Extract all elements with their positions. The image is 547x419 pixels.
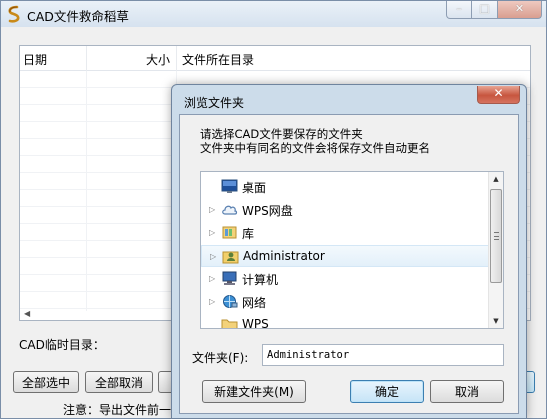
browse-folder-dialog: 浏览文件夹 ✕ 请选择CAD文件要保存的文件夹 文件夹中有同名的文件会将保存文件… [171,84,527,419]
notice-text: 注意：导出文件前一点 [63,403,184,417]
new-folder-button[interactable]: 新建文件夹(M) [202,380,306,403]
folder-field-label: 文件夹(F): [192,351,249,365]
expand-arrow-icon[interactable]: ▷ [209,205,215,214]
tree-item-label: 网络 [242,296,267,310]
maximize-icon: □ [479,2,490,15]
scroll-down-icon[interactable]: ▼ [489,314,503,328]
user-folder-icon [222,251,239,264]
ok-button[interactable]: 确定 [350,380,424,403]
tree-item-label: 计算机 [242,273,279,287]
temp-dir-label: CAD临时目录： [19,338,105,352]
dialog-titlebar[interactable]: 浏览文件夹 ✕ [172,85,526,114]
dialog-body: 请选择CAD文件要保存的文件夹 文件夹中有同名的文件会将保存文件自动更名 桌面 … [179,114,519,414]
scroll-left-icon[interactable]: ◀ [24,309,30,318]
column-separator[interactable] [176,46,177,71]
tree-item-label: WPS网盘 [242,204,293,218]
list-grid-line [86,71,87,311]
tree-item-label: Administrator [243,249,325,263]
minimize-button[interactable]: – [446,1,472,19]
folder-name-input[interactable] [262,344,504,366]
expand-arrow-icon[interactable]: ▷ [209,228,215,237]
cloud-icon [222,205,238,215]
tree-item-desktop[interactable]: 桌面 [201,176,489,198]
select-all-button[interactable]: 全部选中 [13,371,79,393]
dialog-title: 浏览文件夹 [184,96,245,110]
expand-arrow-icon[interactable]: ▷ [209,274,215,283]
app-icon [8,5,20,23]
main-titlebar[interactable]: CAD文件救命稻草 – □ ✕ [1,1,546,27]
expand-arrow-icon[interactable]: ▷ [210,252,216,261]
tree-item-label: 桌面 [242,181,267,195]
dialog-instruction: 请选择CAD文件要保存的文件夹 文件夹中有同名的文件会将保存文件自动更名 [200,127,430,155]
desktop-icon [221,179,238,193]
folder-icon [221,319,238,328]
tree-item-computer[interactable]: ▷ 计算机 [201,268,489,290]
scroll-thumb[interactable] [490,189,502,283]
library-icon [222,226,237,239]
column-separator[interactable] [86,46,87,71]
dialog-close-button[interactable]: ✕ [477,86,520,104]
maximize-button[interactable]: □ [472,1,498,19]
window-controls: – □ ✕ [446,1,542,19]
close-icon: ✕ [493,86,504,100]
close-button[interactable]: ✕ [498,1,542,19]
folder-tree[interactable]: 桌面 ▷ WPS网盘 ▷ 库 ▷ Administrator ▷ 计算机 ▷ 网… [200,171,504,329]
column-header-directory[interactable]: 文件所在目录 [182,51,254,68]
list-header: 日期 大小 文件所在目录 [20,46,530,71]
instruction-line-1: 请选择CAD文件要保存的文件夹 [200,127,363,141]
tree-item-wps-cloud[interactable]: ▷ WPS网盘 [201,199,489,221]
tree-item-library[interactable]: ▷ 库 [201,222,489,244]
cancel-button[interactable]: 取消 [430,380,504,403]
computer-icon [222,271,237,285]
column-header-date[interactable]: 日期 [23,51,47,68]
tree-item-label: 库 [242,227,255,241]
cancel-all-button[interactable]: 全部取消 [85,371,153,393]
close-icon: ✕ [514,2,525,15]
minimize-icon: – [456,2,462,15]
grip-icon [494,232,499,240]
column-header-size[interactable]: 大小 [146,51,170,68]
tree-item-wps[interactable]: WPS [201,314,489,329]
tree-item-administrator[interactable]: ▷ Administrator [201,245,489,267]
tree-item-network[interactable]: ▷ 网络 [201,291,489,313]
window-title: CAD文件救命稻草 [27,9,129,24]
network-icon [223,295,238,308]
tree-vertical-scrollbar[interactable]: ▲ ▼ [488,172,503,328]
expand-arrow-icon[interactable]: ▷ [209,297,215,306]
instruction-line-2: 文件夹中有同名的文件会将保存文件自动更名 [200,141,430,155]
scroll-up-icon[interactable]: ▲ [489,172,503,186]
tree-item-label: WPS [242,317,269,329]
